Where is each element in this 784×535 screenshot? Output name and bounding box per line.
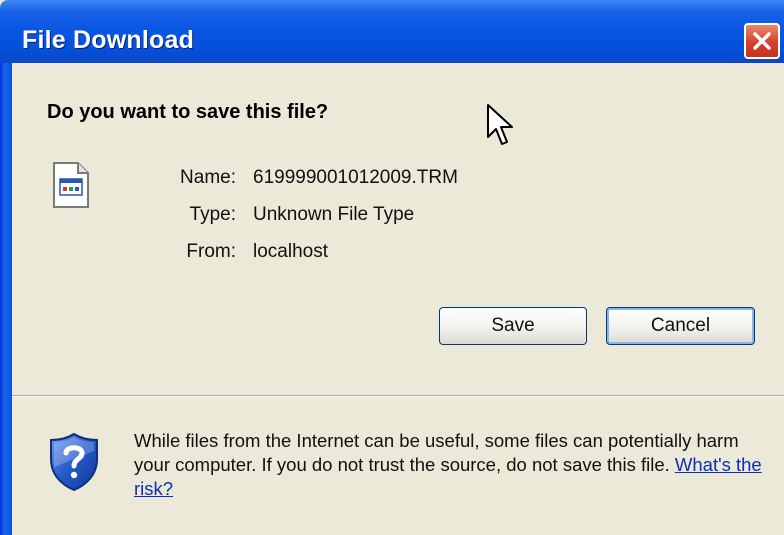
close-button[interactable] — [744, 23, 780, 59]
close-icon — [753, 32, 771, 50]
dialog-body: Do you want to save this file? Name: 619… — [12, 63, 784, 535]
warning-text: While files from the Internet can be use… — [134, 430, 739, 475]
title-bar[interactable]: File Download — [0, 0, 784, 63]
from-value: localhost — [253, 241, 328, 262]
window-title: File Download — [22, 26, 195, 54]
security-warning: While files from the Internet can be use… — [134, 429, 774, 501]
file-name-value: 619999001012009.TRM — [253, 167, 458, 188]
save-button[interactable]: Save — [439, 307, 587, 345]
shield-help-icon — [50, 432, 98, 492]
file-icon — [53, 162, 89, 208]
file-download-dialog: File Download Do you want to save this f… — [0, 0, 784, 535]
mouse-cursor-icon — [487, 104, 513, 145]
file-type-value: Unknown File Type — [253, 204, 415, 225]
name-label: Name: — [180, 167, 236, 188]
from-label: From: — [186, 241, 236, 262]
section-divider-highlight — [12, 396, 784, 397]
window-frame-left — [0, 63, 12, 535]
cancel-button[interactable]: Cancel — [606, 307, 755, 345]
type-label: Type: — [189, 204, 236, 225]
dialog-question: Do you want to save this file? — [47, 101, 329, 123]
